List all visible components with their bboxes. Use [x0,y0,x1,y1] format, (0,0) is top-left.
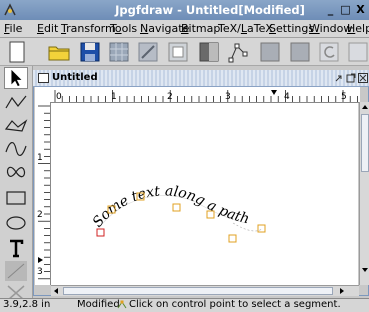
menu-file[interactable]: File [4,22,22,35]
edit-path-icon[interactable] [227,40,251,64]
scroll-right-icon[interactable] [337,286,347,296]
v-ruler-label: 2 [37,210,43,220]
status-coordinates: 3.9,2.8 in [3,299,51,310]
drawing-canvas[interactable]: Some text along a path [51,103,358,285]
maximize-button[interactable]: □ [339,3,352,16]
vertical-ruler: 1 2 3 [35,102,51,285]
horizontal-ruler: 0 1 2 3 4 5 [35,87,360,103]
menu-tools[interactable]: Tools [110,22,137,35]
menu-tex-latex[interactable]: TeX/LaTeX [218,22,273,35]
menu-window[interactable]: Window [309,22,352,35]
status-bar: 3.9,2.8 in Modified Click on control poi… [0,298,369,312]
text-tool-icon[interactable] [4,237,28,259]
math-tool-icon[interactable] [4,260,28,282]
h-ruler-label: 0 [56,92,62,102]
status-modified: Modified [77,299,120,310]
scroll-left-icon[interactable] [51,286,61,296]
v-ruler-label: 1 [37,153,43,163]
menu-settings[interactable]: Settings [269,22,314,35]
ellipse-icon[interactable] [4,212,28,234]
toolbar-overflow-icon[interactable] [346,40,369,64]
move-down-icon[interactable] [288,40,312,64]
open-folder-icon[interactable] [47,40,71,64]
horizontal-scroll-thumb[interactable] [63,287,333,295]
menu-edit[interactable]: Edit [37,22,58,35]
document-icon [38,73,49,83]
h-ruler-label: 5 [341,92,347,102]
grid-snap-icon[interactable] [107,40,131,64]
menu-bar: File Edit Transform Tools Navigate Bitma… [0,20,369,38]
h-ruler-label: 2 [167,92,173,102]
menu-transform[interactable]: Transform [61,22,116,35]
h-ruler-label: 3 [225,92,231,102]
fill-pattern-icon[interactable] [197,40,221,64]
maximize-frame-icon[interactable] [346,73,356,83]
move-up-icon[interactable] [258,40,282,64]
vertical-scroll-thumb[interactable] [361,114,369,172]
vertical-scrollbar[interactable] [359,102,369,285]
open-line-icon[interactable] [4,92,28,114]
closed-curve-icon[interactable] [4,161,28,183]
selected-control-point[interactable] [96,228,105,237]
v-ruler-label: 3 [37,267,43,277]
status-message: Click on control point to select a segme… [129,299,341,310]
grid-toggle-icon[interactable] [136,40,160,64]
close-frame-icon[interactable] [358,73,368,83]
scroll-up-icon[interactable] [360,102,369,112]
app-icon [4,3,16,16]
new-document-icon[interactable] [5,40,29,64]
select-arrow-icon[interactable] [4,67,28,89]
horizontal-scrollbar[interactable] [51,285,359,296]
toolbar [0,38,369,66]
text-along-path: Some text along a path [90,183,251,230]
h-ruler-label: 4 [284,92,290,102]
iconify-icon[interactable] [334,73,344,83]
rectangle-icon[interactable] [4,187,28,209]
control-point[interactable] [172,203,181,212]
ruler-position-marker [38,257,43,263]
rotate-icon[interactable] [317,40,341,64]
control-point[interactable] [228,234,237,243]
save-disk-icon[interactable] [78,40,102,64]
menu-help[interactable]: Help [347,22,369,35]
control-point[interactable] [257,224,266,233]
scroll-down-icon[interactable] [360,265,369,275]
tool-palette [0,66,33,301]
minimize-button[interactable]: _ [324,3,337,16]
window-title: Jpgfdraw - Untitled[Modified] [115,3,305,17]
h-ruler-label: 1 [111,92,117,102]
close-button[interactable]: X [354,3,367,16]
open-curve-icon[interactable] [4,138,28,160]
closed-line-icon[interactable] [4,115,28,137]
edit-path-status-icon [117,300,127,309]
frame-icon[interactable] [166,40,190,64]
document-title: Untitled [52,72,98,83]
menu-bitmap[interactable]: Bitmap [181,22,220,35]
ruler-position-marker [271,90,277,95]
